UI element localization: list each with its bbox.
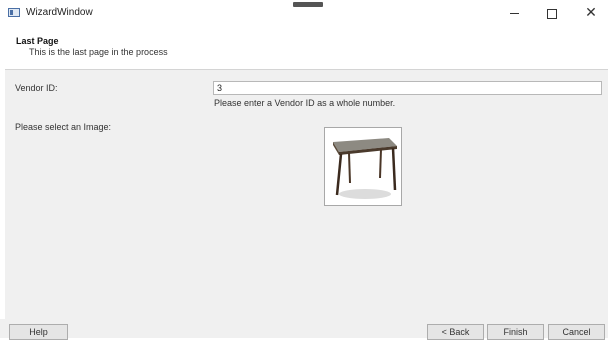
maximize-button[interactable]: [535, 0, 569, 26]
close-button[interactable]: ✕: [574, 0, 608, 26]
wizard-content: Vendor ID: Please enter a Vendor ID as a…: [5, 70, 608, 319]
vendor-id-input[interactable]: [213, 81, 602, 95]
title-bar: WizardWindow ✕: [0, 0, 608, 26]
image-label: Please select an Image:: [15, 122, 112, 132]
page-title: Last Page: [16, 36, 59, 46]
vendor-id-label: Vendor ID:: [15, 83, 58, 93]
page-subtitle: This is the last page in the process: [29, 47, 168, 57]
close-icon: ✕: [585, 5, 597, 21]
maximize-icon: [547, 8, 557, 19]
app-window-icon: [8, 8, 20, 17]
window-title: WizardWindow: [26, 7, 93, 18]
image-selector[interactable]: [324, 127, 402, 206]
table-image: [333, 138, 397, 199]
minimize-button[interactable]: [497, 0, 531, 26]
drag-handle[interactable]: [293, 2, 323, 7]
vendor-id-hint: Please enter a Vendor ID as a whole numb…: [214, 98, 396, 108]
wizard-footer: Help < Back Finish Cancel: [0, 319, 608, 340]
minimize-icon: [509, 13, 519, 15]
wizard-header: Last Page This is the last page in the p…: [5, 26, 608, 70]
